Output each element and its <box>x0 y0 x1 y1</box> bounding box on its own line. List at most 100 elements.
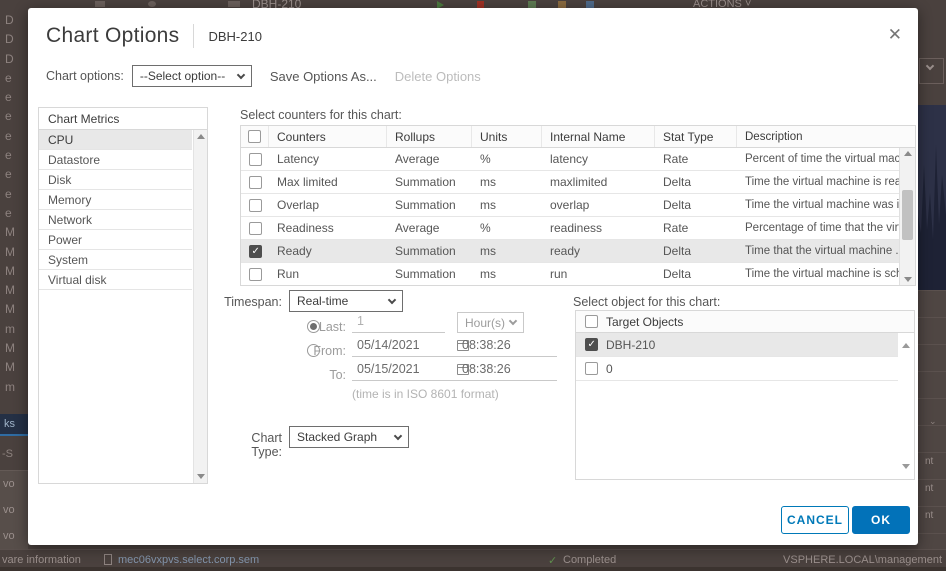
screen: DBH-210 ACTIONS ˅ D D D e e e e e e e e … <box>0 0 946 571</box>
counter-desc: Time that the virtual machine ... <box>737 245 899 257</box>
target-objects-table: Target Objects DBH-210 0 <box>575 310 915 480</box>
counter-desc: Time the virtual machine was i... <box>737 199 899 211</box>
time-unit-value: Hour(s) <box>465 316 505 330</box>
metric-item-virtual-disk[interactable]: Virtual disk <box>39 270 192 290</box>
from-time-input[interactable]: 08:38:26 <box>457 338 557 357</box>
counter-units: ms <box>472 267 542 281</box>
background-performance-chart <box>918 105 946 290</box>
objects-scrollbar[interactable] <box>898 333 914 479</box>
metric-item-cpu[interactable]: CPU <box>39 130 192 150</box>
timespan-select[interactable]: Real-time <box>289 290 403 312</box>
counter-rollup: Summation <box>387 244 472 258</box>
chart-options-dialog: Chart Options DBH-210 ✕ Chart options: -… <box>28 8 918 545</box>
counter-row-ready[interactable]: Ready Summation ms ready Delta Time that… <box>241 240 899 263</box>
to-date-input[interactable]: 05/15/2021 <box>352 362 472 381</box>
metric-item-disk[interactable]: Disk <box>39 170 192 190</box>
save-options-as-button[interactable]: Save Options As... <box>270 69 377 84</box>
row-checkbox[interactable] <box>249 199 262 212</box>
row-checkbox[interactable] <box>249 176 262 189</box>
metric-item-system[interactable]: System <box>39 250 192 270</box>
counter-row-max-limited[interactable]: Max limited Summation ms maxlimited Delt… <box>241 171 899 194</box>
to-time-input[interactable]: 08:38:26 <box>457 362 557 381</box>
saved-options-select[interactable]: --Select option-- <box>132 65 252 87</box>
object-row-0[interactable]: 0 <box>576 357 898 381</box>
counter-desc: Percentage of time that the virt... <box>737 222 899 234</box>
logged-in-user: VSPHERE.LOCAL\management <box>783 554 942 566</box>
timespan-value: Real-time <box>297 294 348 308</box>
background-row-text: nt nt nt <box>925 448 933 529</box>
cancel-button[interactable]: CANCEL <box>781 506 849 534</box>
scroll-up-icon[interactable] <box>904 151 912 156</box>
counter-name: Max limited <box>269 175 387 189</box>
scrollbar-thumb[interactable] <box>902 190 913 240</box>
check-icon: ✓ <box>548 554 557 567</box>
object-row-dbh-210[interactable]: DBH-210 <box>576 333 898 357</box>
row-checkbox[interactable] <box>585 338 598 351</box>
scroll-up-icon[interactable] <box>902 343 910 348</box>
counter-stat: Delta <box>655 198 737 212</box>
select-all-objects-checkbox[interactable] <box>585 315 598 328</box>
counter-stat: Rate <box>655 221 737 235</box>
row-checkbox[interactable] <box>249 222 262 235</box>
close-icon[interactable]: ✕ <box>888 26 902 43</box>
to-label: To: <box>282 368 346 382</box>
chart-metrics-header: Chart Metrics <box>39 108 207 130</box>
column-rollups: Rollups <box>387 126 472 147</box>
iso-format-note: (time is in ISO 8601 format) <box>352 387 499 401</box>
counter-row-overlap[interactable]: Overlap Summation ms overlap Delta Time … <box>241 194 899 217</box>
chart-type-label: Chart Type: <box>218 431 282 459</box>
counter-internal: latency <box>542 152 655 166</box>
toolbar-icon <box>148 1 156 7</box>
scroll-down-icon[interactable] <box>197 474 205 479</box>
counter-row-latency[interactable]: Latency Average % latency Rate Percent o… <box>241 148 899 171</box>
saved-options-value: --Select option-- <box>140 69 225 83</box>
counters-scrollbar[interactable] <box>899 148 915 285</box>
last-label: Last: <box>282 320 346 334</box>
counter-rollup: Summation <box>387 267 472 281</box>
chart-metrics-panel: Chart Metrics CPU Datastore Disk Memory … <box>38 107 208 484</box>
scroll-down-icon[interactable] <box>904 277 912 282</box>
last-value-input[interactable]: 1 <box>352 314 445 333</box>
background-dropdown <box>919 58 944 84</box>
counter-rollup: Summation <box>387 175 472 189</box>
vm-icon <box>228 1 240 7</box>
counter-units: ms <box>472 244 542 258</box>
metric-item-network[interactable]: Network <box>39 210 192 230</box>
ok-button[interactable]: OK <box>852 506 910 534</box>
counter-name: Ready <box>269 244 387 258</box>
counter-row-readiness[interactable]: Readiness Average % readiness Rate Perce… <box>241 217 899 240</box>
chart-type-select[interactable]: Stacked Graph <box>289 426 409 448</box>
time-unit-select[interactable]: Hour(s) <box>457 312 524 333</box>
toolbar-icon <box>528 1 536 8</box>
counters-section-label: Select counters for this chart: <box>240 108 402 122</box>
row-checkbox[interactable] <box>585 362 598 375</box>
column-description: Description <box>737 126 915 147</box>
metric-item-memory[interactable]: Memory <box>39 190 192 210</box>
counter-rollup: Average <box>387 152 472 166</box>
counter-stat: Delta <box>655 175 737 189</box>
row-checkbox[interactable] <box>249 245 262 258</box>
counter-units: ms <box>472 198 542 212</box>
counter-name: Latency <box>269 152 387 166</box>
metric-item-datastore[interactable]: Datastore <box>39 150 192 170</box>
chevron-down-icon: ⌄ <box>929 416 937 427</box>
row-checkbox[interactable] <box>249 153 262 166</box>
counter-units: ms <box>472 175 542 189</box>
counter-rollup: Summation <box>387 198 472 212</box>
scroll-down-icon[interactable] <box>902 464 910 469</box>
objects-section-label: Select object for this chart: <box>573 295 720 309</box>
metrics-scrollbar[interactable] <box>193 130 207 483</box>
statusbar-band <box>0 567 946 571</box>
counter-row-run[interactable]: Run Summation ms run Delta Time the virt… <box>241 263 899 286</box>
inventory-tree-fragment: -S <box>2 448 13 460</box>
counter-internal: ready <box>542 244 655 258</box>
counter-name: Readiness <box>269 221 387 235</box>
chevron-down-icon <box>509 317 517 325</box>
metric-item-power[interactable]: Power <box>39 230 192 250</box>
counter-stat: Delta <box>655 244 737 258</box>
from-date-input[interactable]: 05/14/2021 <box>352 338 472 357</box>
select-all-counters-checkbox[interactable] <box>248 130 261 143</box>
title-divider <box>193 24 194 48</box>
row-checkbox[interactable] <box>249 268 262 281</box>
scroll-up-icon[interactable] <box>197 134 205 139</box>
